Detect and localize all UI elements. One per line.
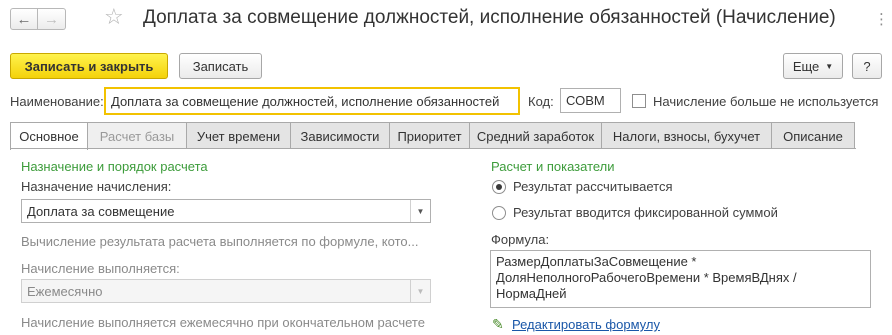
code-input[interactable]: СОВМ xyxy=(560,88,621,113)
tab-description[interactable]: Описание xyxy=(771,122,855,149)
purpose-select[interactable]: Доплата за совмещение ▼ xyxy=(21,199,431,223)
window-title: Доплата за совмещение должностей, исполн… xyxy=(143,7,836,28)
formula-line: НормаДней xyxy=(496,286,567,301)
arrow-right-icon: → xyxy=(44,10,59,28)
purpose-value: Доплата за совмещение xyxy=(27,203,175,219)
chevron-down-icon: ▼ xyxy=(410,280,430,302)
forward-button[interactable]: → xyxy=(38,8,66,30)
radio-fixed[interactable] xyxy=(492,206,506,220)
tab-base-calculation[interactable]: Расчет базы xyxy=(87,122,187,149)
frequency-label: Начисление выполняется: xyxy=(21,261,180,276)
code-label: Код: xyxy=(528,94,554,109)
name-input[interactable]: Доплата за совмещение должностей, исполн… xyxy=(104,87,520,115)
tab-dependencies[interactable]: Зависимости xyxy=(290,122,390,149)
tab-time-accounting[interactable]: Учет времени xyxy=(186,122,291,149)
purpose-label: Назначение начисления: xyxy=(21,179,172,194)
formula-note: Вычисление результата расчета выполняетс… xyxy=(21,234,419,249)
formula-line: РазмерДоплатыЗаСовмещение * xyxy=(496,254,697,269)
radio-fixed-label: Результат вводится фиксированной суммой xyxy=(513,205,778,220)
unused-checkbox[interactable] xyxy=(632,94,646,108)
frequency-select: Ежемесячно ▼ xyxy=(21,279,431,303)
back-button[interactable]: ← xyxy=(10,8,38,30)
tab-bar: Основное Расчет базы Учет времени Зависи… xyxy=(10,122,855,150)
frequency-note: Начисление выполняется ежемесячно при ок… xyxy=(21,315,425,330)
tab-average-earnings[interactable]: Средний заработок xyxy=(469,122,602,149)
edit-formula-link[interactable]: Редактировать формулу xyxy=(512,317,660,332)
star-icon[interactable]: ☆ xyxy=(104,6,124,28)
more-label: Еще xyxy=(792,58,820,74)
formula-line: ДоляНеполногоРабочегоВремени * ВремяВДня… xyxy=(496,270,797,285)
tab-priority[interactable]: Приоритет xyxy=(389,122,470,149)
pencil-icon: ✎ xyxy=(492,316,504,332)
calculation-section-title: Расчет и показатели xyxy=(491,159,615,174)
more-button[interactable]: Еще ▼ xyxy=(783,53,843,79)
vertical-dots-icon[interactable]: ⋮ xyxy=(874,10,889,28)
help-button[interactable]: ? xyxy=(852,53,882,79)
frequency-value: Ежемесячно xyxy=(27,283,103,299)
save-and-close-button[interactable]: Записать и закрыть xyxy=(10,53,168,79)
radio-calculated[interactable] xyxy=(492,180,506,194)
chevron-down-icon: ▼ xyxy=(825,61,834,71)
unused-label: Начисление больше не используется xyxy=(653,94,879,109)
arrow-left-icon: ← xyxy=(16,10,32,28)
formula-textarea[interactable]: РазмерДоплатыЗаСовмещение * ДоляНеполног… xyxy=(490,250,871,308)
tab-divider xyxy=(10,148,856,149)
tab-main[interactable]: Основное xyxy=(10,122,88,150)
name-label: Наименование: xyxy=(10,94,104,109)
radio-calculated-label: Результат рассчитывается xyxy=(513,179,673,194)
save-button[interactable]: Записать xyxy=(179,53,262,79)
chevron-down-icon[interactable]: ▼ xyxy=(410,200,430,222)
tab-taxes[interactable]: Налоги, взносы, бухучет xyxy=(601,122,772,149)
formula-label: Формула: xyxy=(491,232,550,247)
purpose-section-title: Назначение и порядок расчета xyxy=(21,159,208,174)
